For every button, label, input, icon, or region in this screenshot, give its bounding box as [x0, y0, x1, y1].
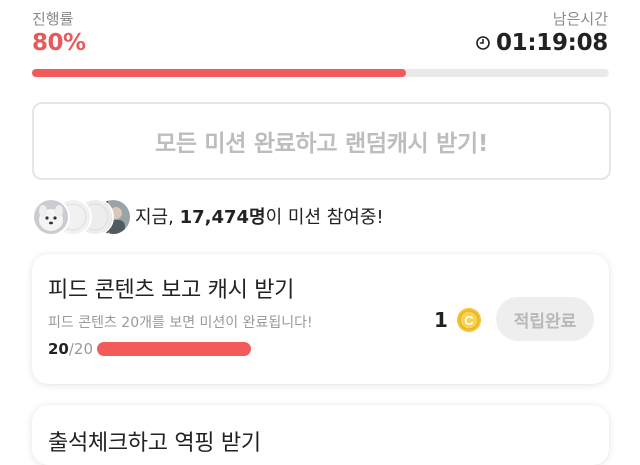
mission-progress: 20/20	[48, 340, 252, 358]
remaining-time: 01:19:08	[476, 30, 608, 56]
reward-amount: 1	[434, 308, 448, 332]
mission-progress-count: 20	[48, 340, 69, 358]
participant-count: 17,474명	[179, 207, 266, 228]
mission-title: 출석체크하고 역핑 받기	[48, 431, 261, 456]
coin-icon: C	[457, 308, 481, 332]
participant-suffix: 이 미션 참여중!	[265, 207, 384, 228]
avatar	[32, 198, 70, 236]
mission-card[interactable]: 피드 콘텐츠 보고 캐시 받기 피드 콘텐츠 20개를 보면 미션이 완료됩니다…	[32, 254, 609, 384]
progress-value: 80%	[32, 30, 86, 56]
mission-progress-bar	[97, 342, 252, 356]
participant-count-text: 지금, 17,474명이 미션 참여중!	[135, 203, 384, 229]
claim-complete-button[interactable]: 적립완료	[496, 297, 594, 341]
participant-avatars	[32, 198, 132, 236]
remaining-time-value: 01:19:08	[495, 30, 608, 56]
progress-label: 진행률	[32, 10, 74, 28]
dog-avatar-icon	[34, 200, 68, 234]
mission-card[interactable]: 출석체크하고 역핑 받기	[32, 405, 609, 465]
participant-prefix: 지금,	[135, 207, 174, 228]
mission-description: 피드 콘텐츠 20개를 보면 미션이 완료됩니다!	[48, 315, 313, 331]
mission-progress-total: /20	[68, 340, 94, 358]
overall-progress-fill	[32, 69, 406, 77]
remaining-time-label: 남은시간	[552, 10, 608, 28]
clock-icon	[476, 36, 490, 50]
overall-progress-bar	[32, 69, 609, 77]
mission-title: 피드 콘텐츠 보고 캐시 받기	[48, 278, 295, 303]
random-cash-reward-button[interactable]: 모든 미션 완료하고 랜덤캐시 받기!	[32, 102, 611, 180]
svg-text:C: C	[464, 313, 474, 328]
